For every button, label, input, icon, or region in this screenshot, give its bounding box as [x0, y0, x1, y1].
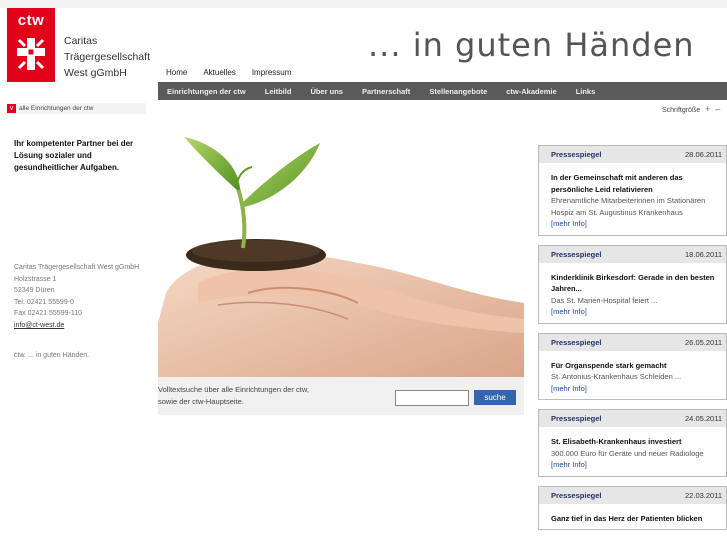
- search-input[interactable]: [395, 390, 469, 406]
- intro-text: Ihr kompetenter Partner bei der Lösung s…: [14, 139, 134, 172]
- press-date: 26.05.2011: [685, 337, 722, 347]
- press-title[interactable]: St. Elisabeth-Krankenhaus investiert: [551, 436, 720, 448]
- font-size-control: Schriftgröße + –: [662, 104, 720, 114]
- press-body: Ganz tief in das Herz der Patienten blic…: [539, 504, 726, 530]
- press-item: Pressespiegel 22.03.2011 Ganz tief in da…: [538, 485, 727, 530]
- org-line: Trägergesellschaft: [64, 51, 150, 63]
- press-item: Pressespiegel 18.06.2011 Kinderklinik Bi…: [538, 244, 727, 324]
- press-header: Pressespiegel 24.05.2011: [539, 410, 726, 427]
- page: ctw Caritas Trägergesellschaft West gGmb…: [0, 0, 727, 545]
- chevron-down-icon: ∨: [7, 104, 16, 113]
- press-body: Für Organspende stark gemacht St. Antoni…: [539, 351, 726, 400]
- press-label: Pressespiegel: [551, 490, 602, 500]
- press-date: 28.06.2011: [685, 150, 722, 159]
- topnav-impressum[interactable]: Impressum: [252, 68, 292, 77]
- press-label: Pressespiegel: [551, 337, 602, 347]
- press-more-link[interactable]: [mehr Info]: [551, 219, 587, 228]
- org-line: West gGmbH: [64, 67, 127, 79]
- press-header: Pressespiegel 26.05.2011: [539, 333, 726, 351]
- press-header: Pressespiegel 18.06.2011: [539, 245, 726, 263]
- top-band: [0, 0, 727, 8]
- topnav-home[interactable]: Home: [166, 68, 187, 77]
- press-item: Pressespiegel 24.05.2011 St. Elisabeth-K…: [538, 409, 727, 477]
- address-block: Caritas Trägergesellschaft West gGmbH Ho…: [14, 262, 144, 331]
- press-subtitle: Das St. Marien-Hospital feiert ...: [551, 295, 658, 305]
- einrichtungen-select[interactable]: ∨ alle Einrichtungen der ctw: [7, 103, 146, 114]
- nav-einrichtungen[interactable]: Einrichtungen der ctw: [167, 87, 246, 96]
- press-item: Pressespiegel 26.05.2011 Für Organspende…: [538, 332, 727, 400]
- org-name: Caritas Trägergesellschaft West gGmbH: [64, 33, 150, 81]
- email-link[interactable]: info@ct-west.de: [14, 322, 64, 329]
- press-label: Pressespiegel: [551, 414, 602, 423]
- press-subtitle: Ehrenamtliche Mitarbeiterinnen im Statio…: [551, 196, 706, 217]
- main-nav: Einrichtungen der ctw Leitbild Über uns …: [158, 82, 727, 100]
- nav-ctw-akademie[interactable]: ctw-Akademie: [506, 87, 556, 96]
- address-line: Fax 02421 55599-110: [14, 310, 82, 317]
- claim-text: ctw. ... in guten Händen.: [14, 352, 90, 359]
- press-more-link[interactable]: [mehr Info]: [551, 307, 587, 316]
- press-more-link[interactable]: [mehr Info]: [551, 460, 587, 469]
- press-label: Pressespiegel: [551, 150, 602, 159]
- nav-leitbild[interactable]: Leitbild: [265, 87, 292, 96]
- press-body: Kinderklinik Birkesdorf: Gerade in den b…: [539, 263, 726, 323]
- nav-stellenangebote[interactable]: Stellenangebote: [429, 87, 487, 96]
- search-description-line: Volltextsuche über alle Einrichtungen de…: [158, 385, 309, 394]
- hero-image-seedling-hands: [158, 133, 524, 377]
- press-date: 22.03.2011: [685, 490, 722, 500]
- einrichtungen-select-label: alle Einrichtungen der ctw: [19, 105, 94, 112]
- ctw-logo[interactable]: ctw: [7, 8, 55, 82]
- address-line: Caritas Trägergesellschaft West gGmbH: [14, 264, 140, 271]
- press-title[interactable]: Für Organspende stark gemacht: [551, 360, 720, 372]
- press-item: Pressespiegel 28.06.2011 In der Gemeinsc…: [538, 145, 727, 236]
- press-label: Pressespiegel: [551, 249, 602, 259]
- press-more-link[interactable]: [mehr Info]: [551, 384, 587, 393]
- search-description: Volltextsuche über alle Einrichtungen de…: [158, 384, 309, 408]
- press-date: 24.05.2011: [685, 414, 722, 423]
- press-body: St. Elisabeth-Krankenhaus investiert 300…: [539, 427, 726, 476]
- press-subtitle: St. Antonius-Krankenhaus Schleiden ...: [551, 372, 682, 381]
- search-description-line: sowie der ctw-Hauptseite.: [158, 397, 244, 406]
- press-title[interactable]: In der Gemeinschaft mit anderen das pers…: [551, 172, 720, 195]
- nav-links[interactable]: Links: [576, 87, 596, 96]
- font-size-label: Schriftgröße: [662, 107, 701, 114]
- press-title[interactable]: Kinderklinik Birkesdorf: Gerade in den b…: [551, 272, 720, 295]
- press-column: Pressespiegel 28.06.2011 In der Gemeinsc…: [538, 145, 727, 539]
- logo-text: ctw: [17, 12, 45, 29]
- nav-ueber-uns[interactable]: Über uns: [310, 87, 343, 96]
- caritas-flame-cross-icon: [17, 38, 45, 70]
- press-header: Pressespiegel 22.03.2011: [539, 486, 726, 504]
- press-subtitle: 300.000 Euro für Geräte und neuer Radiol…: [551, 448, 704, 458]
- org-line: Caritas: [64, 35, 98, 47]
- address-line: Tel. 02421 55599-0: [14, 298, 74, 306]
- press-body: In der Gemeinschaft mit anderen das pers…: [539, 163, 726, 235]
- address-line: Holzstrasse 1: [14, 275, 57, 283]
- press-date: 18.06.2011: [685, 249, 722, 259]
- search-panel: Volltextsuche über alle Einrichtungen de…: [158, 377, 524, 415]
- press-title[interactable]: Ganz tief in das Herz der Patienten blic…: [551, 513, 720, 525]
- top-nav: Home Aktuelles Impressum: [166, 68, 291, 77]
- slogan: ... in guten Händen: [368, 26, 695, 64]
- font-size-minus[interactable]: –: [715, 104, 720, 114]
- nav-partnerschaft[interactable]: Partnerschaft: [362, 87, 410, 96]
- press-header: Pressespiegel 28.06.2011: [539, 146, 726, 163]
- search-button[interactable]: suche: [474, 390, 516, 405]
- address-line: 52349 Düren: [14, 287, 55, 294]
- font-size-plus[interactable]: +: [705, 104, 710, 114]
- topnav-aktuelles[interactable]: Aktuelles: [203, 68, 235, 77]
